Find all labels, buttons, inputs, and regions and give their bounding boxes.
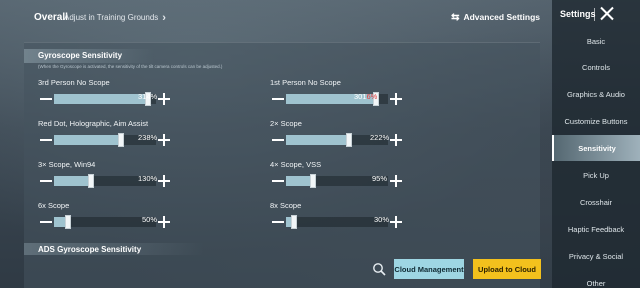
slider-label: 4× Scope, VSS [270,160,322,169]
slider-handle[interactable] [88,174,94,188]
slider-label: 8x Scope [270,201,302,210]
decrease-button[interactable] [270,91,286,107]
slider-value: 238% [138,133,158,142]
adjust-label: Adjust in Training Grounds [64,13,159,22]
adjust-in-training-link[interactable]: Adjust in Training Grounds › [64,11,166,24]
sidebar-item-label: Customize Buttons [564,116,628,126]
slider-1st-person-no-scope[interactable]: 3016% [270,91,404,107]
chevron-right-icon: › [162,11,166,24]
slider-value: 95% [372,174,388,183]
tab-overall[interactable]: Overall [34,12,68,23]
decrease-button[interactable] [38,132,54,148]
sidebar-item-privacy-social[interactable]: Privacy & Social [552,243,640,269]
advanced-settings-label: Advanced Settings [463,12,540,22]
slider-value: 222% [370,133,390,142]
slider-label: Red Dot, Holographic, Aim Assist [38,119,149,128]
slider-value: 314% [138,92,158,101]
decrease-button[interactable] [270,214,286,230]
slider-4x-scope[interactable]: 95% [270,173,404,189]
slider-label: 1st Person No Scope [270,78,341,87]
sidebar-item-other[interactable]: Other [552,270,640,288]
sidebar-item-controls[interactable]: Controls [552,54,640,80]
sidebar-item-label: Graphics & Audio [567,89,625,99]
slider-label: 3rd Person No Scope [38,78,110,87]
slider-handle[interactable] [310,174,316,188]
slider-8x-scope[interactable]: 30% [270,214,404,230]
increase-button[interactable] [156,173,172,189]
increase-button[interactable] [156,214,172,230]
cloud-management-button[interactable]: Cloud Management [394,259,464,279]
sidebar-item-label: Privacy & Social [568,251,624,261]
settings-sidebar: Settings Basic Controls Graphics & Audio… [552,0,640,288]
close-icon[interactable] [600,6,614,20]
divider [594,8,595,21]
sidebar-item-graphics-audio[interactable]: Graphics & Audio [552,81,640,107]
sidebar-item-label: Other [586,278,606,288]
swap-arrows-icon: ⇆ [451,11,460,23]
decrease-button[interactable] [270,132,286,148]
decrease-button[interactable] [270,173,286,189]
increase-button[interactable] [388,214,404,230]
slider-handle[interactable] [65,215,71,229]
section-note: (When the Gyroscope is activated, the se… [38,64,223,69]
increase-button[interactable] [156,91,172,107]
slider-value: 3016% [354,92,377,101]
search-icon[interactable] [372,262,386,276]
slider-red-dot[interactable]: 238% [38,132,172,148]
slider-track[interactable] [286,215,388,229]
decrease-button[interactable] [38,214,54,230]
slider-fill [54,135,121,145]
decrease-button[interactable] [38,173,54,189]
top-bar: Overall Adjust in Training Grounds › ⇆ A… [0,0,552,36]
sidebar-item-label: Sensitivity [578,143,616,153]
slider-3x-scope[interactable]: 130% [38,173,172,189]
sidebar-title: Settings [560,9,596,19]
sidebar-item-label: Haptic Feedback [567,224,625,234]
cloud-management-label: Cloud Management [394,264,464,274]
sidebar-item-label: Pick Up [583,170,609,180]
sidebar-item-label: Crosshair [579,197,613,207]
advanced-settings-button[interactable]: ⇆ Advanced Settings [451,12,540,22]
slider-handle[interactable] [118,133,124,147]
increase-button[interactable] [156,132,172,148]
slider-value: 30% [374,215,390,224]
slider-label: 3× Scope, Win94 [38,160,96,169]
slider-handle[interactable] [291,215,297,229]
slider-handle[interactable] [346,133,352,147]
slider-value: 50% [142,215,158,224]
sidebar-item-basic[interactable]: Basic [552,28,640,54]
increase-button[interactable] [388,91,404,107]
slider-fill [54,94,148,104]
slider-value: 130% [138,174,158,183]
slider-fill [286,176,313,186]
increase-button[interactable] [388,173,404,189]
slider-fill [286,135,349,145]
slider-3rd-person-no-scope[interactable]: 314% [38,91,172,107]
slider-label: 2× Scope [270,119,302,128]
sidebar-item-haptic-feedback[interactable]: Haptic Feedback [552,216,640,242]
sidebar-item-label: Basic [586,36,606,46]
increase-button[interactable] [388,132,404,148]
slider-label: 6x Scope [38,201,70,210]
sidebar-item-customize-buttons[interactable]: Customize Buttons [552,108,640,134]
slider-2x-scope[interactable]: 222% [270,132,404,148]
ads-section-title: ADS Gyroscope Sensitivity [38,245,142,254]
section-title: Gyroscope Sensitivity [38,51,123,60]
upload-to-cloud-button[interactable]: Upload to Cloud [473,259,541,279]
slider-track[interactable] [54,215,156,229]
sidebar-item-pick-up[interactable]: Pick Up [552,162,640,188]
upload-to-cloud-label: Upload to Cloud [478,264,536,274]
sidebar-item-sensitivity[interactable]: Sensitivity [552,135,640,161]
slider-fill [54,176,91,186]
value-red: 6% [366,92,378,101]
sidebar-header: Settings [552,0,640,30]
slider-6x-scope[interactable]: 50% [38,214,172,230]
sidebar-item-label: Controls [582,62,610,72]
sidebar-item-crosshair[interactable]: Crosshair [552,189,640,215]
decrease-button[interactable] [38,91,54,107]
